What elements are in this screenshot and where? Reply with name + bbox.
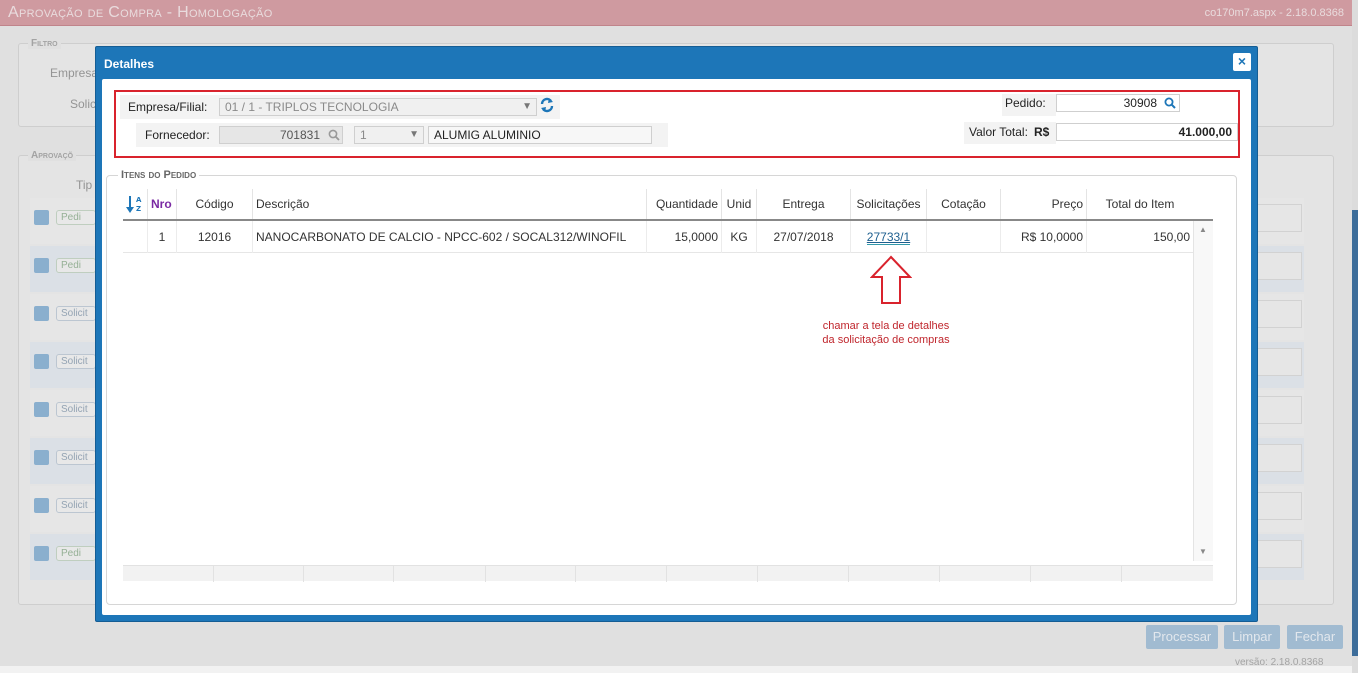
sort-az-icon[interactable]: A Z bbox=[123, 189, 147, 219]
col-cotacao[interactable]: Cotação bbox=[926, 189, 1000, 219]
cell-unid: KG bbox=[721, 221, 756, 253]
chevron-down-icon: ▼ bbox=[409, 129, 419, 140]
search-icon[interactable] bbox=[1164, 97, 1176, 109]
grid-header: A Z Nro Código Descrição Quantidade Unid… bbox=[123, 189, 1213, 221]
pedido-input[interactable]: 30908 bbox=[1056, 94, 1180, 112]
cell-nro: 1 bbox=[147, 221, 176, 253]
pedido-value: 30908 bbox=[1123, 96, 1157, 110]
refresh-icon[interactable] bbox=[540, 97, 554, 113]
annotation-line-1: chamar a tela de detalhes bbox=[822, 320, 950, 332]
cell-preco: R$ 10,0000 bbox=[1000, 221, 1086, 253]
svg-text:A: A bbox=[136, 196, 142, 204]
fornecedor-seq-select[interactable]: 1 ▼ bbox=[354, 126, 424, 144]
col-preco[interactable]: Preço bbox=[1000, 189, 1086, 219]
fornecedor-code: 701831 bbox=[279, 128, 320, 142]
annotation-line-2: da solicitação de compras bbox=[822, 334, 950, 346]
col-quantidade[interactable]: Quantidade bbox=[646, 189, 721, 219]
cell-descricao: NANOCARBONATO DE CALCIO - NPCC-602 / SOC… bbox=[252, 221, 646, 253]
fornecedor-code-input[interactable]: 701831 bbox=[219, 126, 343, 144]
cell-cotacao bbox=[926, 221, 1000, 253]
search-icon[interactable] bbox=[328, 129, 340, 141]
col-unid[interactable]: Unid bbox=[721, 189, 756, 219]
cell-quantidade: 15,0000 bbox=[646, 221, 721, 253]
fornecedor-name: ALUMIG ALUMINIO bbox=[434, 128, 541, 142]
empresa-select[interactable]: 01 / 1 - TRIPLOS TECNOLOGIA ▼ bbox=[219, 98, 537, 116]
order-header: Empresa/Filial: 01 / 1 - TRIPLOS TECNOLO… bbox=[114, 90, 1240, 158]
arrow-up-icon bbox=[870, 255, 912, 304]
fornecedor-seq: 1 bbox=[360, 128, 367, 142]
cell-solicitacoes: 27733/1 bbox=[850, 221, 926, 253]
table-row[interactable]: 1 12016 NANOCARBONATO DE CALCIO - NPCC-6… bbox=[123, 221, 1193, 253]
pedido-label: Pedido: bbox=[1005, 96, 1046, 110]
grid-footer bbox=[123, 565, 1213, 582]
valor-total-value: 41.000,00 bbox=[1178, 125, 1232, 139]
empresa-value: 01 / 1 - TRIPLOS TECNOLOGIA bbox=[225, 100, 399, 114]
solicitacao-link[interactable]: 27733/1 bbox=[866, 230, 911, 245]
fornecedor-label: Fornecedor: bbox=[145, 128, 210, 142]
empresa-label: Empresa/Filial: bbox=[128, 100, 208, 114]
chevron-down-icon: ▼ bbox=[522, 101, 532, 112]
col-total[interactable]: Total do Item bbox=[1086, 189, 1193, 219]
modal-body: Empresa/Filial: 01 / 1 - TRIPLOS TECNOLO… bbox=[102, 79, 1251, 615]
scroll-down-icon[interactable]: ▼ bbox=[1199, 547, 1207, 556]
valor-total-label: Valor Total: bbox=[969, 125, 1028, 139]
cell-codigo: 12016 bbox=[176, 221, 252, 253]
currency-label: R$ bbox=[1034, 125, 1050, 139]
cell-entrega: 27/07/2018 bbox=[756, 221, 850, 253]
valor-total-field: 41.000,00 bbox=[1056, 123, 1238, 141]
scroll-up-icon[interactable]: ▲ bbox=[1199, 225, 1207, 234]
cell-total: 150,00 bbox=[1086, 221, 1193, 253]
col-solicitacoes[interactable]: Solicitações bbox=[850, 189, 926, 219]
details-modal: Detalhes × Empresa/Filial: 01 / 1 - TRIP… bbox=[95, 46, 1258, 622]
modal-title: Detalhes bbox=[104, 57, 155, 71]
annotation-note: chamar a tela de detalhes da solicitação… bbox=[796, 319, 976, 347]
col-nro[interactable]: Nro bbox=[147, 189, 176, 219]
close-icon[interactable]: × bbox=[1233, 53, 1251, 71]
fornecedor-name-field: ALUMIG ALUMINIO bbox=[428, 126, 652, 144]
col-codigo[interactable]: Código bbox=[176, 189, 252, 219]
col-descricao[interactable]: Descrição bbox=[252, 189, 646, 219]
grid-scrollbar[interactable]: ▲ ▼ bbox=[1193, 221, 1213, 561]
items-legend: Itens do Pedido bbox=[118, 169, 200, 181]
col-entrega[interactable]: Entrega bbox=[756, 189, 850, 219]
svg-text:Z: Z bbox=[136, 205, 141, 213]
